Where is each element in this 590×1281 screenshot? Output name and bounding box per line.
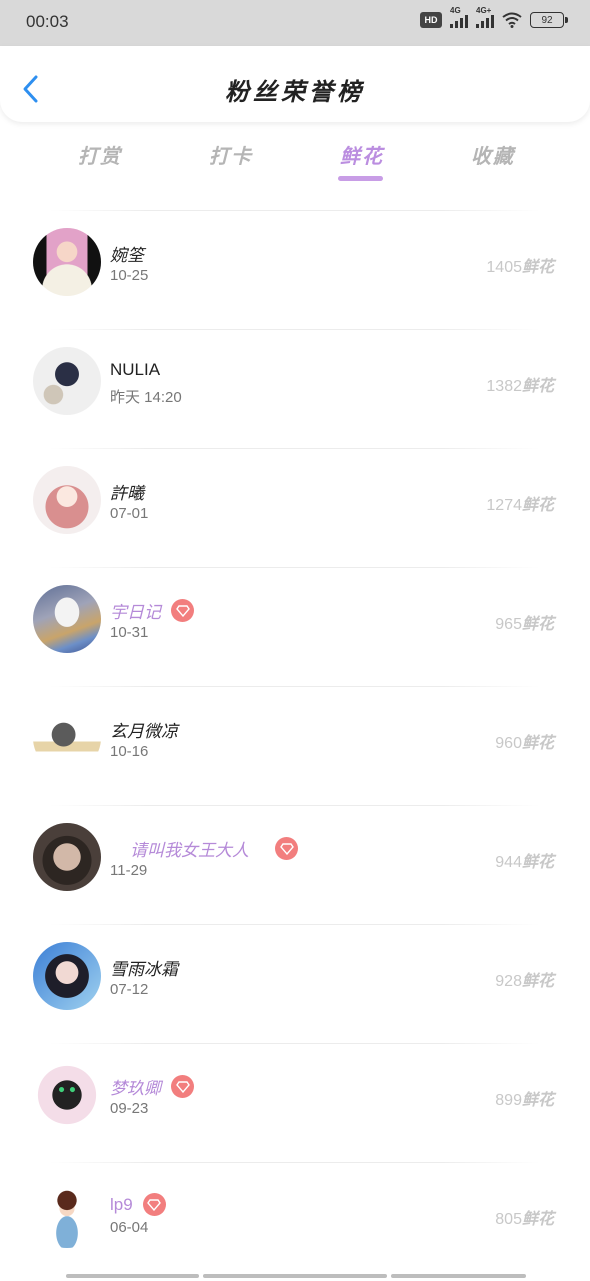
- vip-gem-icon: [275, 837, 298, 860]
- page-title: 粉丝荣誉榜: [225, 77, 365, 106]
- list-item[interactable]: 玄月微凉 10-16 960鲜花: [0, 687, 590, 805]
- fan-date: 07-01: [110, 505, 149, 522]
- tab-bar: 打赏 打卡 鲜花 收藏: [0, 132, 590, 192]
- fan-date: 09-23: [110, 1100, 149, 1117]
- list-item[interactable]: 婉筌 10-25 1405鲜花: [0, 211, 590, 329]
- tab-flowers[interactable]: 鲜花: [340, 140, 384, 169]
- wifi-icon: [502, 12, 522, 28]
- fan-date: 07-12: [110, 981, 149, 998]
- list-item[interactable]: 宇日记 10-31 965鲜花: [0, 568, 590, 686]
- hd-icon: HD: [420, 12, 442, 28]
- fan-date: 昨天 14:20: [110, 389, 182, 406]
- tab-checkin[interactable]: 打卡: [209, 140, 253, 169]
- fan-name: lp9: [110, 1194, 133, 1214]
- list-item[interactable]: lp9 06-04 805鲜花: [0, 1163, 590, 1281]
- flower-count: 928鲜花: [495, 971, 554, 990]
- flower-count: 1382鲜花: [486, 376, 554, 395]
- list-item[interactable]: 許曦 07-01 1274鲜花: [0, 449, 590, 567]
- signal-4g-icon: 4G: [450, 6, 468, 28]
- flower-count: 899鲜花: [495, 1090, 554, 1109]
- tab-reward[interactable]: 打赏: [78, 140, 122, 169]
- flower-count: 965鲜花: [495, 614, 554, 633]
- fan-date: 10-25: [110, 267, 149, 284]
- black-cat-icon[interactable]: [33, 1061, 101, 1129]
- flower-count: 805鲜花: [495, 1209, 554, 1228]
- battery-icon: 92: [530, 12, 568, 28]
- tab-favorites[interactable]: 收藏: [471, 140, 515, 169]
- tab-active-indicator: [338, 176, 383, 181]
- list-item[interactable]: 雪雨冰霜 07-12 928鲜花: [0, 925, 590, 1043]
- fan-date: 10-16: [110, 743, 149, 760]
- fan-name: NULIA: [110, 360, 161, 379]
- signal-4g-plus-icon: 4G+: [476, 6, 494, 28]
- cartoon-cat-icon[interactable]: [33, 704, 101, 772]
- portrait-girl-icon[interactable]: [33, 942, 101, 1010]
- rainbow-cloud-icon[interactable]: [33, 585, 101, 653]
- fan-date: 10-31: [110, 624, 149, 641]
- fan-name: 婉筌: [110, 246, 144, 266]
- flower-count: 1274鲜花: [486, 495, 554, 514]
- header: 粉丝荣誉榜: [0, 46, 590, 122]
- glasses-girl-icon[interactable]: [33, 823, 101, 891]
- status-time: 00:03: [26, 12, 69, 31]
- bottom-gesture-bar: [66, 1274, 526, 1278]
- fan-name: 请叫我女王大人: [130, 841, 249, 861]
- status-icons: HD 4G 4G+ 92: [420, 6, 568, 28]
- fan-date: 06-04: [110, 1219, 149, 1236]
- fan-name: 許曦: [110, 484, 144, 504]
- outfit-icon[interactable]: [33, 347, 101, 415]
- status-bar: 00:03 HD 4G 4G+ 92: [0, 0, 590, 46]
- flower-count: 960鲜花: [495, 733, 554, 752]
- vip-gem-icon: [142, 1193, 166, 1216]
- vip-gem-icon: [171, 1075, 194, 1098]
- vip-gem-icon: [171, 599, 194, 622]
- list-item[interactable]: NULIA 昨天 14:20 1382鲜花: [0, 330, 590, 448]
- fan-name: 宇日记: [110, 603, 161, 623]
- flower-count: 1405鲜花: [486, 257, 554, 276]
- fan-name: 玄月微凉: [110, 722, 178, 742]
- chibi-boy-icon[interactable]: [33, 1180, 101, 1248]
- list-item[interactable]: 请叫我女王大人 11-29 944鲜花: [0, 806, 590, 924]
- anime-girl-icon[interactable]: [33, 466, 101, 534]
- photo-girl-icon[interactable]: [33, 228, 101, 296]
- flower-count: 944鲜花: [495, 852, 554, 871]
- fan-name: 雪雨冰霜: [110, 960, 178, 980]
- fan-date: 11-29: [110, 862, 148, 879]
- list-item[interactable]: 梦玖卿 09-23 899鲜花: [0, 1044, 590, 1162]
- fan-ranking-list: 婉筌 10-25 1405鲜花 NULIA 昨天 14:20 1382鲜花 許曦…: [0, 210, 590, 1281]
- fan-name: 梦玖卿: [110, 1079, 161, 1099]
